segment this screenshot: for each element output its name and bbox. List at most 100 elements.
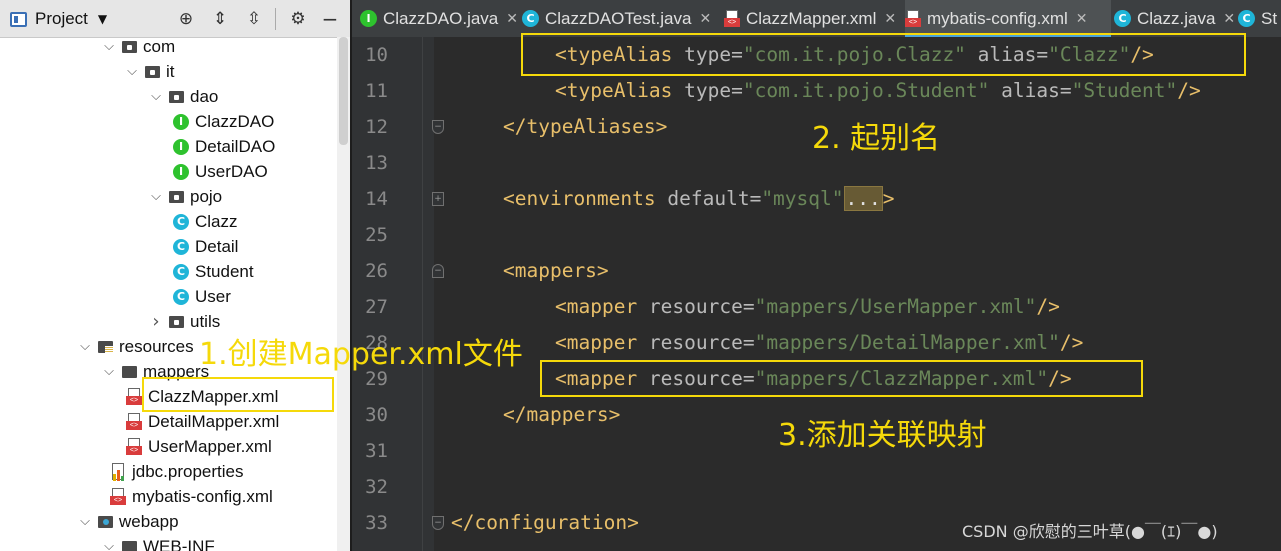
chevron-down-icon[interactable]: ⌵ <box>78 339 92 354</box>
code-token: resource <box>648 295 743 318</box>
locate-target-icon[interactable]: ⊕ <box>176 9 196 29</box>
interface-icon: I <box>173 163 189 180</box>
chevron-down-icon[interactable]: ⌵ <box>102 364 116 379</box>
tree-item-detail[interactable]: C Detail <box>173 234 238 259</box>
code-token: alias <box>1001 79 1060 102</box>
code-token: = <box>749 187 762 210</box>
chevron-down-icon[interactable]: ⌵ <box>102 39 116 54</box>
close-icon[interactable]: ✕ <box>1223 11 1235 27</box>
project-title: Project <box>35 9 88 28</box>
tree-item-user[interactable]: C User <box>173 284 231 309</box>
close-icon[interactable]: ✕ <box>1076 11 1088 27</box>
tree-item-com[interactable]: ⌵ com <box>102 34 175 59</box>
tab-label: Clazz.java <box>1137 8 1216 28</box>
line-number: 13 <box>365 152 388 174</box>
gear-icon[interactable]: ⚙ <box>288 9 308 29</box>
tab-st[interactable]: C St <box>1238 0 1281 37</box>
code-line[interactable]: <mappers> <box>503 253 609 289</box>
collapse-all-icon[interactable]: ⇳ <box>244 9 264 29</box>
class-icon: C <box>1114 10 1131 27</box>
tree-item-mybatis-config-xml[interactable]: <> mybatis-config.xml <box>110 484 273 509</box>
tree-item-userdao[interactable]: I UserDAO <box>173 159 268 184</box>
chevron-down-icon[interactable]: ⌵ <box>149 189 163 204</box>
code-token: "Student" <box>1071 79 1178 102</box>
tree-item-resources[interactable]: ⌵ resources <box>78 334 194 359</box>
chevron-down-icon[interactable]: ⌵ <box>149 89 163 104</box>
project-panel: Project ▼ ⊕ ⇕ ⇳ ⚙ − ⌵ com ⌵ it ⌵ dao I ClazzDAO… <box>0 0 350 551</box>
tab-clazzmapper-xml[interactable]: <> ClazzMapper.xml ✕ <box>724 0 902 37</box>
collapse-fold-icon[interactable]: − <box>432 120 444 134</box>
code-token: <environments <box>503 187 668 210</box>
minimize-icon[interactable]: − <box>320 7 340 31</box>
code-line[interactable]: </typeAliases> <box>503 109 667 145</box>
class-icon: C <box>173 288 189 305</box>
code-line[interactable]: <mapper resource="mappers/DetailMapper.x… <box>555 325 1083 361</box>
tab-clazzdaotest-java[interactable]: C ClazzDAOTest.java ✕ <box>522 0 720 37</box>
tree-item-clazzdao[interactable]: I ClazzDAO <box>173 109 274 134</box>
tree-item-label: it <box>166 61 175 81</box>
code-token: = <box>742 295 755 318</box>
close-icon[interactable]: ✕ <box>699 11 711 27</box>
chevron-down-icon[interactable]: ⌵ <box>78 514 92 529</box>
code-token: </mappers> <box>503 403 621 426</box>
xml-file-icon: <> <box>126 412 142 431</box>
close-icon[interactable]: ✕ <box>884 11 896 27</box>
tree-item-pojo[interactable]: ⌵ pojo <box>149 184 222 209</box>
code-line[interactable]: <mapper resource="mappers/UserMapper.xml… <box>555 289 1060 325</box>
tab-clazz-java[interactable]: C Clazz.java ✕ <box>1114 0 1236 37</box>
code-line[interactable]: <typeAlias type="com.it.pojo.Student" al… <box>555 73 1201 109</box>
class-icon: C <box>173 263 189 280</box>
code-line[interactable]: </configuration> <box>451 505 639 541</box>
tree-item-clazz[interactable]: C Clazz <box>173 209 238 234</box>
annotation-step3: 3.添加关联映射 <box>778 418 987 453</box>
tree-item-webapp[interactable]: ⌵ webapp <box>78 509 179 534</box>
resources-folder-icon <box>98 340 113 353</box>
collapse-fold-icon[interactable]: − <box>432 516 444 530</box>
code-token: <mapper <box>555 295 649 318</box>
line-number: 26 <box>365 260 388 282</box>
tab-clazzdao-java[interactable]: I ClazzDAO.java ✕ <box>360 0 520 37</box>
class-icon: C <box>1238 10 1255 27</box>
line-number: 32 <box>365 476 388 498</box>
tree-item-detailmapper-xml[interactable]: <> DetailMapper.xml <box>126 409 279 434</box>
chevron-down-icon: ▼ <box>97 12 108 26</box>
expand-fold-icon[interactable]: + <box>432 192 444 206</box>
code-line[interactable]: <environments default="mysql"... > <box>503 181 894 217</box>
line-number: 14 <box>365 188 388 210</box>
tree-item-label: UserMapper.xml <box>148 436 272 456</box>
project-view-selector[interactable]: Project ▼ <box>10 7 107 31</box>
tree-item-label: resources <box>119 336 194 356</box>
chevron-down-icon[interactable]: ⌵ <box>102 539 116 551</box>
toolbar-divider <box>275 8 276 30</box>
tree-item-student[interactable]: C Student <box>173 259 254 284</box>
tree-item-web-inf[interactable]: ⌵ WEB-INF <box>102 534 215 551</box>
folder-icon <box>122 365 137 378</box>
line-number: 27 <box>365 296 388 318</box>
expand-all-icon[interactable]: ⇕ <box>210 9 230 29</box>
code-line[interactable]: </mappers> <box>503 397 620 433</box>
code-token: default <box>667 187 750 210</box>
xml-file-icon: <> <box>724 9 740 28</box>
tree-item-it[interactable]: ⌵ it <box>125 59 175 84</box>
tree-item-detaildao[interactable]: I DetailDAO <box>173 134 275 159</box>
line-number: 11 <box>365 80 388 102</box>
interface-icon: I <box>173 138 189 155</box>
chevron-down-icon[interactable]: ⌵ <box>125 64 139 79</box>
collapsed-region-button[interactable]: ... <box>843 186 883 211</box>
project-scrollbar-thumb[interactable] <box>339 37 348 145</box>
code-token: "mysql" <box>761 187 844 210</box>
collapse-fold-icon[interactable]: − <box>432 264 444 278</box>
code-token: "mappers/UserMapper.xml" <box>754 295 1037 318</box>
chevron-right-icon[interactable]: › <box>149 311 163 332</box>
tree-item-label: DetailDAO <box>195 136 276 156</box>
tree-item-label: jdbc.properties <box>132 461 244 481</box>
tab-label: St <box>1261 8 1278 28</box>
tree-item-usermapper-xml[interactable]: <> UserMapper.xml <box>126 434 272 459</box>
code-token: <mapper <box>555 331 649 354</box>
tree-item-jdbc-properties[interactable]: jdbc.properties <box>110 459 244 484</box>
tab-mybatis-config-xml[interactable]: <> mybatis-config.xml ✕ <box>905 0 1111 37</box>
close-icon[interactable]: ✕ <box>506 11 518 27</box>
code-token: </typeAliases> <box>503 115 668 138</box>
tree-item-dao[interactable]: ⌵ dao <box>149 84 218 109</box>
